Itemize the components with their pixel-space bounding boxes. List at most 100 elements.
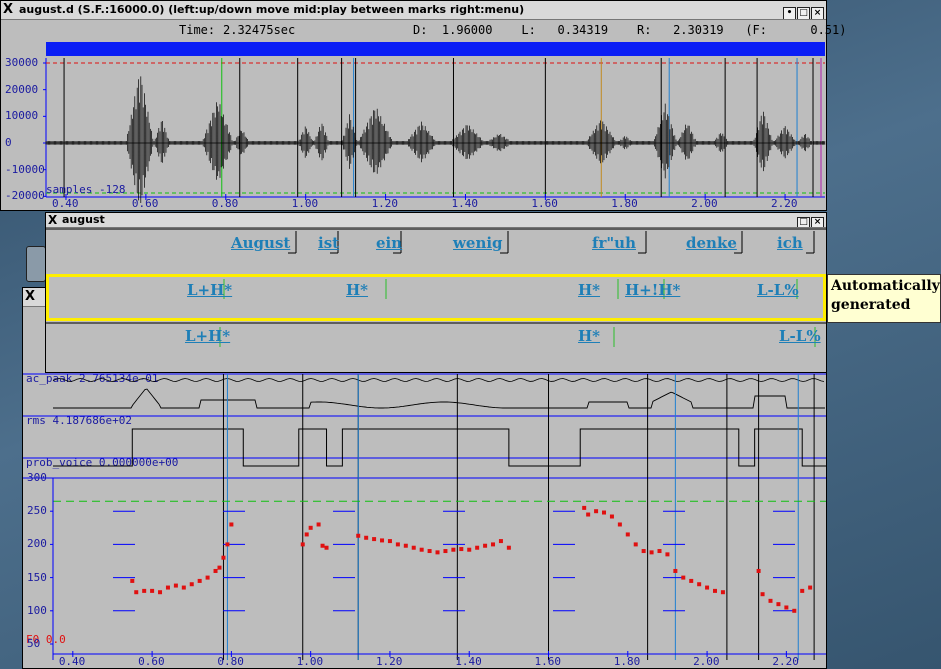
f0-point [689,578,694,583]
y-tick-label: 250 [27,504,47,518]
waveform-window: X august.d (S.F.:16000.0) (left:up/down … [0,0,846,211]
f0-point [217,565,222,570]
f0-point [189,582,194,587]
y-tick-label: 20000 [5,82,39,96]
f0-point [130,578,135,583]
f0-point [705,585,710,590]
x-tick-label: 1.00 [296,655,324,668]
f0-point [498,539,503,544]
word-label[interactable]: fr"uh [592,234,636,252]
f0-point [657,549,662,554]
f0-point [594,509,599,514]
y-tick-label: 300 [27,471,47,484]
f0-point [165,585,170,590]
ac-peak-curve [52,378,825,382]
f0-point [213,568,218,573]
f0-point [320,543,325,548]
f0-point [625,532,630,537]
y-tick-label: 30000 [5,56,39,69]
x-tick-label: 0.80 [217,655,244,668]
auto-generated-callout: Automatically generated [827,274,941,323]
f0-point [419,547,424,552]
f0-point [316,522,321,527]
x-tick-label: 2.00 [693,655,720,668]
y-tick-label: 0 [5,136,12,149]
waveform-plot[interactable] [1,1,826,210]
f0-point [609,514,614,519]
samples-label: samples -128 [46,183,126,196]
y-tick-label: -20000 [5,189,45,203]
y-tick-label: 10000 [5,109,39,123]
f0-point [800,588,805,593]
word-label[interactable]: ist [318,234,339,252]
callout-line-1: Automatically [831,278,940,294]
f0-point [586,512,591,517]
f0-point [681,575,686,580]
word-label[interactable]: ein [376,234,402,252]
f0-point [720,590,725,595]
x-tick-label: 0.60 [131,197,159,210]
word-label[interactable]: denke [686,234,737,252]
y-tick-label: 200 [27,537,47,551]
f0-point [308,525,313,530]
f0-point [475,545,480,550]
x-tick-label: 0.80 [211,197,239,210]
f0-point [225,542,230,547]
prob-voice-curve [53,428,826,467]
f0-point [582,505,587,510]
desktop-trash-icon[interactable] [26,246,46,282]
f0-point [649,550,654,555]
f0-point [356,533,361,538]
x-tick-label: 1.20 [371,197,399,210]
f0-point [427,549,432,554]
f0-point [467,547,472,552]
f0-point [633,542,638,547]
f0-point [221,555,226,560]
manual-tone-label[interactable]: L-L% [779,327,821,345]
x-tick-label: 1.60 [531,197,558,210]
f0-point [380,538,385,543]
word-label[interactable]: ich [777,234,803,252]
f0-point [304,532,309,537]
x-tick-label: 1.40 [455,655,482,668]
f0-point [617,522,622,527]
manual-tone-label[interactable]: H* [578,327,600,345]
x-tick-label: 2.20 [772,655,799,668]
f0-point [792,608,797,613]
f0-point [150,588,155,593]
f0-point [451,547,456,552]
waveform-signal [45,76,826,203]
f0-point [483,543,488,548]
callout-line-2: generated [831,297,911,313]
f0-point [197,578,202,583]
y-tick-label: 100 [27,603,47,617]
f0-point [134,590,139,595]
f0-point [641,549,646,554]
x-tick-label: 1.20 [375,655,403,668]
rms-curve [53,388,825,409]
f0-point [403,543,408,548]
y-tick-label: 50 [27,637,41,650]
f0-point [776,602,781,607]
f0-point [784,605,789,610]
f0-point [713,588,718,593]
x-tick-label: 0.40 [51,197,79,210]
f0-point [395,542,400,547]
x-tick-label: 1.40 [451,197,478,210]
word-label[interactable]: August [231,234,290,252]
f0-point [324,545,329,550]
word-label[interactable]: wenig [453,234,503,252]
x-tick-label: 1.80 [613,655,641,668]
f0-point [372,537,377,542]
f0-point [506,545,511,550]
f0-point [411,545,416,550]
y-tick-label: 150 [27,570,47,584]
manual-tone-label[interactable]: L+H* [185,327,230,345]
f0-point [602,510,607,515]
f0-point [491,542,496,547]
f0-point [364,535,369,540]
f0-point [181,585,186,590]
x-tick-label: 2.20 [771,197,798,210]
f0-point [300,542,305,547]
y-tick-label: -10000 [5,162,45,176]
